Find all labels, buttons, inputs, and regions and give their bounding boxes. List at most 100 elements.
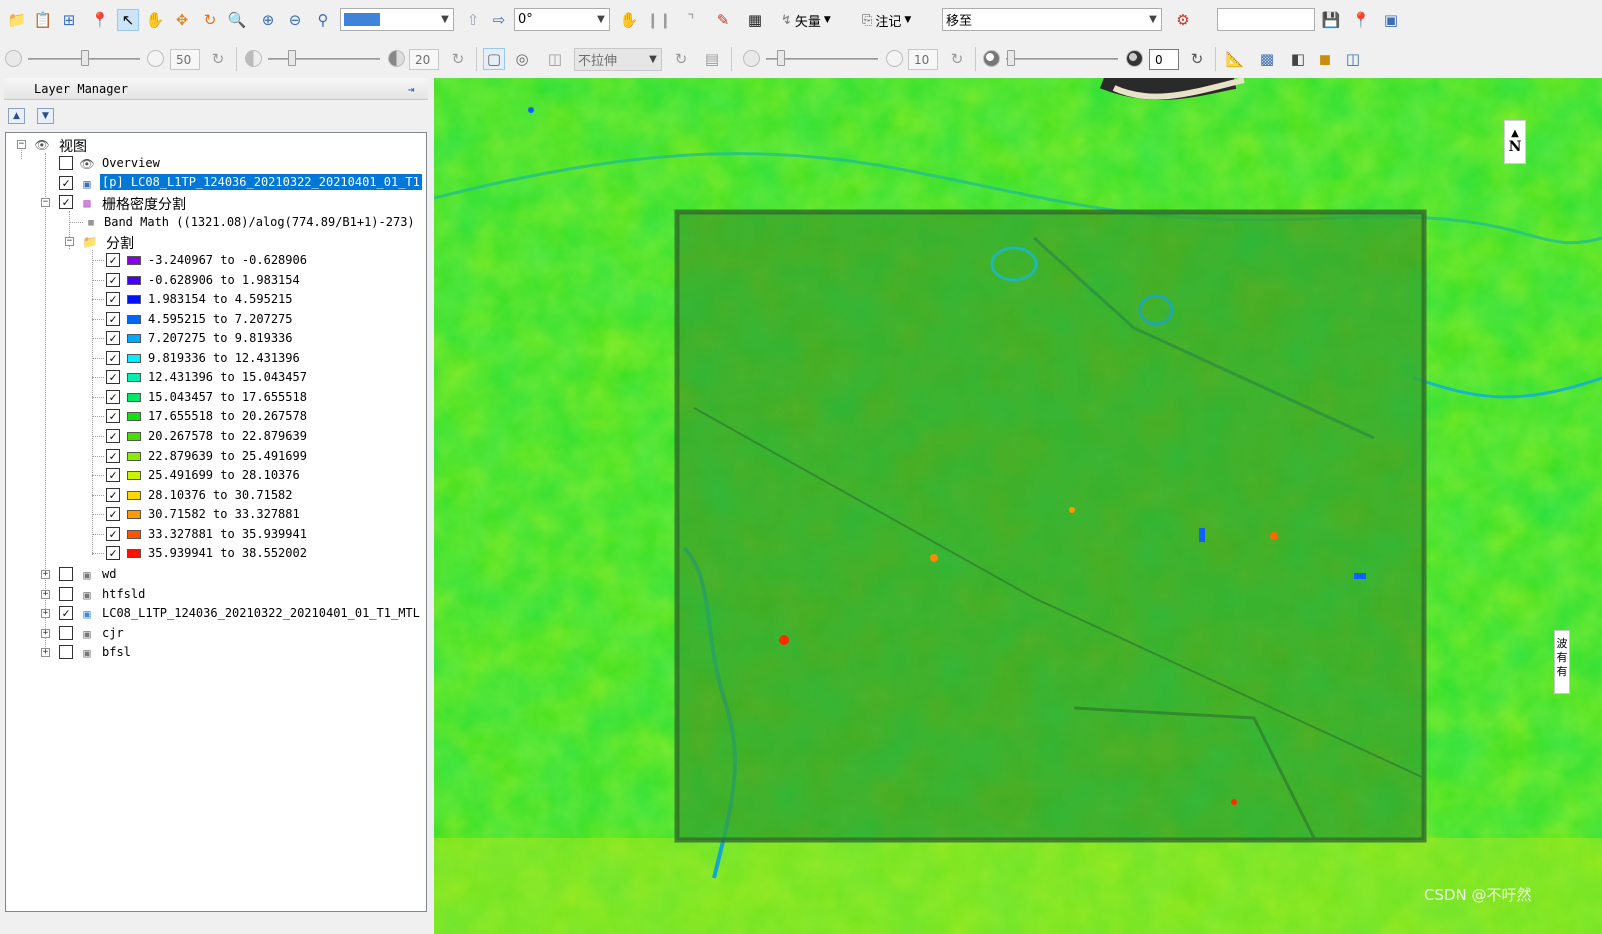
collapse-all-button[interactable]: ▲ [8,108,25,124]
expand-toggle[interactable]: + [41,570,50,579]
brightness-value[interactable]: 50 [170,49,200,70]
slice-row[interactable]: ✓ 28.10376 to 30.71582 [6,486,426,505]
slice-row[interactable]: ✓ 12.431396 to 15.043457 [6,368,426,387]
zoom-in-icon[interactable]: ⊕ [257,9,279,31]
collapse-toggle[interactable]: − [65,237,74,246]
slice-row[interactable]: ✓ 1.983154 to 4.595215 [6,290,426,309]
collapse-toggle[interactable]: − [17,140,26,149]
tree-row-band-math[interactable]: ▦ Band Math ((1321.08)/alog(774.89/B1+1)… [6,213,426,232]
chevron-down-icon[interactable]: ▼ [437,9,453,30]
crosshair-icon[interactable]: ✋ [618,9,640,31]
slice-row[interactable]: ✓ -3.240967 to -0.628906 [6,251,426,270]
expand-toggle[interactable]: + [41,648,50,657]
slice-checkbox[interactable]: ✓ [106,468,120,482]
history-forward-icon[interactable]: ⇨ [488,9,510,31]
goto-combo[interactable]: 移至 ▼ [942,8,1162,31]
tree-row-root[interactable]: − 👁 视图 [6,135,426,155]
layer-checkbox[interactable] [59,645,73,659]
pixel-locator-icon[interactable]: ▦ [744,9,766,31]
stretch-combo[interactable]: 不拉伸 ▼ [574,48,662,71]
history-back-icon[interactable]: ⇧ [462,9,484,31]
open-folder-icon[interactable]: 📁 [6,9,28,31]
slice-checkbox[interactable]: ✓ [106,273,120,287]
roi-icon[interactable]: ✎ [712,9,734,31]
slice-checkbox[interactable]: ✓ [106,390,120,404]
transparency-slider-track[interactable] [1006,58,1118,60]
contrast-value[interactable]: 20 [409,49,439,70]
layer-row[interactable]: + ▣ htfsld [6,585,426,604]
dock-panel-icon[interactable]: ⇥ [402,81,420,97]
hand-pan-icon[interactable]: ✋ [144,9,166,31]
clipboard-icon[interactable]: 📋 [32,9,54,31]
swipe-icon[interactable]: ◫ [1342,48,1364,70]
slice-checkbox[interactable]: ✓ [106,507,120,521]
slice-checkbox[interactable]: ✓ [106,312,120,326]
slice-checkbox[interactable]: ✓ [106,351,120,365]
contrast-slider-track[interactable] [268,58,380,60]
reset-contrast-icon[interactable]: ↻ [447,48,469,70]
reset-stretch-icon[interactable]: ↻ [670,48,692,70]
slice-row[interactable]: ✓ 15.043457 to 17.655518 [6,388,426,407]
reset-transparency-icon[interactable]: ↻ [1186,48,1208,70]
transparency-slider-thumb[interactable] [1007,50,1015,66]
slice-row[interactable]: ✓ 9.819336 to 12.431396 [6,349,426,368]
blend-icon[interactable]: ◼ [1314,48,1336,70]
goto-input[interactable] [1217,8,1315,31]
expand-toggle[interactable]: + [41,629,50,638]
layer-checkbox[interactable]: ✓ [59,606,73,620]
tree-row-slices-folder[interactable]: − 📁 分割 [6,232,426,252]
tree-row-overview[interactable]: 👁 Overview [6,154,426,173]
annotation-menu-button[interactable]: ⎘ 注记 ▼ [862,9,911,31]
slice-row[interactable]: ✓ 20.267578 to 22.879639 [6,427,426,446]
portal-icon[interactable]: ◧ [1287,48,1309,70]
slice-row[interactable]: ✓ 35.939941 to 38.552002 [6,544,426,563]
collapse-toggle[interactable]: − [41,198,50,207]
rotation-combo[interactable]: 0° ▼ [514,8,610,31]
chevron-down-icon[interactable]: ▼ [645,49,661,70]
zoom-level-combo[interactable]: ▼ [340,8,454,31]
crop-icon[interactable]: ⊞ [58,9,80,31]
reset-brightness-icon[interactable]: ↻ [207,48,229,70]
zoom-extent-icon[interactable]: ⚲ [312,9,334,31]
slice-checkbox[interactable]: ✓ [106,253,120,267]
slice-checkbox[interactable]: ✓ [106,449,120,463]
tree-row-selected-layer[interactable]: ✓ ▣ [p] LC08_L1TP_124036_20210322_202104… [6,174,426,193]
stretch-settings-icon[interactable]: ◫ [544,48,566,70]
tree-row-density-slice[interactable]: − ✓ ▩ 栅格密度分割 [6,193,426,213]
select-arrow-icon[interactable]: ↖ [117,9,139,31]
slice-row[interactable]: ✓ 22.879639 to 25.491699 [6,447,426,466]
slice-checkbox[interactable]: ✓ [106,488,120,502]
density-slice-checkbox[interactable]: ✓ [59,195,73,209]
layer-checkbox[interactable] [59,587,73,601]
map-view[interactable]: ▲ N 波有有 CSDN @不吁然 [434,78,1602,934]
move-icon[interactable]: ✥ [171,9,193,31]
rotate-icon[interactable]: ↻ [199,9,221,31]
profile-icon[interactable]: ❙❙ [646,9,671,31]
layer-row[interactable]: + ▣ bfsl [6,643,426,662]
slice-checkbox[interactable]: ✓ [106,292,120,306]
stretch-full-icon[interactable]: ▢ [483,48,505,70]
layer-checkbox[interactable] [59,626,73,640]
brightness-slider-thumb[interactable] [81,50,89,66]
save-icon[interactable]: 💾 [1320,9,1342,31]
layer-row[interactable]: + ▣ cjr [6,624,426,643]
goto-location-icon[interactable]: ⚙ [1172,9,1194,31]
add-pin-icon[interactable]: 📍 [1350,9,1372,31]
vector-menu-button[interactable]: ↯ 矢量 ▼ [781,9,831,31]
zoom-out-icon[interactable]: ⊖ [284,9,306,31]
side-tab[interactable]: 波有有 [1554,630,1570,694]
slice-checkbox[interactable]: ✓ [106,429,120,443]
slice-checkbox[interactable]: ✓ [106,527,120,541]
sharpen-slider-thumb[interactable] [777,50,785,66]
slice-checkbox[interactable]: ✓ [106,370,120,384]
chevron-down-icon[interactable]: ▼ [593,9,609,30]
histogram-icon[interactable]: ▤ [701,48,723,70]
sharpen-value[interactable]: 10 [908,49,938,70]
slice-row[interactable]: ✓ 4.595215 to 7.207275 [6,310,426,329]
layer-row[interactable]: + ✓ ▣ LC08_L1TP_124036_20210322_20210401_01… [6,604,426,623]
expand-toggle[interactable]: + [41,609,50,618]
chip-view-icon[interactable]: ▩ [1256,48,1278,70]
slice-row[interactable]: ✓ 17.655518 to 20.267578 [6,407,426,426]
expand-toggle[interactable]: + [41,590,50,599]
layer-checkbox[interactable] [59,567,73,581]
